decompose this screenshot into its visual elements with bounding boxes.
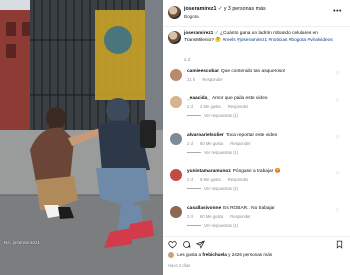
- replies-divider: [187, 115, 201, 117]
- comment-time: 21 h: [187, 77, 196, 82]
- comment-time: 2 d: [187, 214, 193, 219]
- author-avatar[interactable]: [168, 6, 181, 19]
- comment-avatar[interactable]: [170, 133, 182, 145]
- paper-plane-icon[interactable]: [196, 240, 205, 249]
- comment-avatar[interactable]: [170, 169, 182, 181]
- caption-text-block: joseramirez1 ✓ ¿Cuánto gana un ladrón ro…: [184, 31, 344, 44]
- author-line: joseramirez1 ✓ y 3 personas más: [184, 6, 266, 12]
- comment-heart-icon[interactable]: ♡: [336, 208, 340, 214]
- comment-text-line: yunistamaramunoz Póngase a trabajar 😡: [187, 169, 333, 175]
- comment-text: Es ROBAR.. No trabajar: [223, 206, 275, 211]
- view-replies-button[interactable]: Ver respuestas (1): [187, 186, 238, 191]
- street-scene-illustration: [0, 0, 163, 275]
- comment-reply-button[interactable]: Responder: [230, 214, 251, 219]
- comment-username[interactable]: alvaroarielsolier: [187, 133, 224, 138]
- comment-meta: 2 d 2 Me gusta Responder: [187, 104, 254, 109]
- comment-text: Toca reportar este video: [225, 133, 278, 138]
- view-replies-label: Ver respuestas (1): [204, 223, 239, 228]
- comment-text-line: casallasivonne Es ROBAR.. No trabajar: [187, 206, 333, 212]
- post-action-bar: [163, 236, 350, 251]
- view-replies-button[interactable]: Ver respuestas (1): [187, 223, 238, 228]
- comment-time: 2 d: [187, 177, 193, 182]
- caption-verified-badge-icon: ✓: [214, 31, 219, 36]
- view-replies-label: Ver respuestas (1): [204, 186, 239, 191]
- comment-time: 2 d: [187, 141, 193, 146]
- likes-user[interactable]: frebichuela: [202, 252, 227, 257]
- post-media-image[interactable]: Ns: joseramirez1: [0, 0, 163, 275]
- comment-text-line: _eaacida_ Amor que paila este video: [187, 96, 333, 102]
- comment-avatar[interactable]: [170, 206, 182, 218]
- caption-username[interactable]: joseramirez1: [184, 31, 213, 36]
- view-replies-label: Ver respuestas (1): [204, 113, 239, 118]
- comment-item: alvaroarielsolier Toca reportar este vide…: [168, 131, 346, 157]
- comment-text-line: camieescobar Que contenido tan asqueroso!: [187, 69, 333, 75]
- caption-author-avatar[interactable]: [168, 31, 181, 44]
- comment-username[interactable]: _eaacida_: [187, 96, 210, 101]
- bookmark-icon[interactable]: [335, 240, 344, 249]
- verified-badge-icon: ✓: [217, 6, 223, 12]
- comment-likes[interactable]: 60 Me gusta: [200, 141, 223, 146]
- comment-heart-icon[interactable]: ♡: [336, 71, 340, 77]
- post-time: Hace 2 días: [168, 263, 191, 268]
- comment-likes[interactable]: 60 Me gusta: [200, 214, 223, 219]
- more-horizontal-icon[interactable]: •••: [333, 8, 342, 15]
- comment-item: camieescobar Que contenido tan asqueroso!…: [168, 67, 346, 93]
- comment-item: _eaacida_ Amor que paila este video 2 d 2…: [168, 94, 346, 120]
- heart-icon[interactable]: [168, 240, 177, 249]
- post-location[interactable]: Bogota: [184, 14, 199, 19]
- comment-meta: 2 d 60 Me gusta Responder: [187, 214, 257, 219]
- comment-text: Póngase a trabajar 😡: [232, 169, 281, 174]
- comment-avatar[interactable]: [170, 96, 182, 108]
- view-replies-button[interactable]: Ver respuestas (1): [187, 150, 238, 155]
- replies-divider: [187, 152, 201, 154]
- post-details-panel: joseramirez1 ✓ y 3 personas más Bogota •…: [163, 0, 350, 275]
- comment-text-line: alvaroarielsolier Toca reportar este vide…: [187, 133, 333, 139]
- caption-time: 2 d: [184, 57, 190, 62]
- comment-heart-icon[interactable]: ♡: [336, 135, 340, 141]
- comment-meta: 2 d 60 Me gusta Responder: [187, 141, 257, 146]
- caption-hashtags[interactable]: #reels #joseramirez1 #noticias #bogota #…: [223, 38, 333, 43]
- view-replies-label: Ver respuestas (1): [204, 150, 239, 155]
- likes-summary[interactable]: Les gusta a frebichuela y 2426 personas …: [168, 252, 272, 258]
- post-header: joseramirez1 ✓ y 3 personas más Bogota •…: [163, 0, 350, 27]
- liker-avatar: [168, 252, 174, 258]
- view-replies-button[interactable]: Ver respuestas (1): [187, 113, 238, 118]
- replies-divider: [187, 188, 201, 190]
- comment-heart-icon[interactable]: ♡: [336, 98, 340, 104]
- coauthors-link[interactable]: y 3 personas más: [224, 6, 266, 12]
- comment-avatar[interactable]: [170, 69, 182, 81]
- comment-text: Amor que paila este video: [211, 96, 268, 101]
- comment-likes[interactable]: 6 Me gusta: [200, 177, 221, 182]
- comment-item: casallasivonne Es ROBAR.. No trabajar 2 d…: [168, 204, 346, 230]
- comment-username[interactable]: camieescobar: [187, 69, 219, 74]
- likes-prefix: Les gusta a: [177, 252, 202, 258]
- comment-heart-icon[interactable]: ♡: [336, 171, 340, 177]
- comment-meta: 2 d 6 Me gusta Responder: [187, 177, 254, 182]
- comment-reply-button[interactable]: Responder: [202, 77, 223, 82]
- comment-item: yunistamaramunoz Póngase a trabajar 😡 2 d…: [168, 167, 346, 193]
- comment-likes[interactable]: 2 Me gusta: [200, 104, 221, 109]
- comment-time: 2 d: [187, 104, 193, 109]
- comment-reply-button[interactable]: Responder: [228, 177, 249, 182]
- comment-text: Que contenido tan asqueroso!: [221, 69, 286, 74]
- media-watermark: Ns: joseramirez1: [4, 240, 41, 245]
- comment-icon[interactable]: [182, 240, 191, 249]
- author-username[interactable]: joseramirez1: [184, 6, 216, 12]
- likes-suffix[interactable]: y 2426 personas más: [228, 252, 272, 257]
- comment-username[interactable]: casallasivonne: [187, 206, 221, 211]
- comment-reply-button[interactable]: Responder: [228, 104, 249, 109]
- post-viewer: Ns: joseramirez1 joseramirez1 ✓ y 3 pers…: [0, 0, 350, 275]
- comment-meta: 21 h Responder: [187, 77, 229, 82]
- comment-reply-button[interactable]: Responder: [230, 141, 251, 146]
- replies-divider: [187, 225, 201, 227]
- comment-username[interactable]: yunistamaramunoz: [187, 169, 231, 174]
